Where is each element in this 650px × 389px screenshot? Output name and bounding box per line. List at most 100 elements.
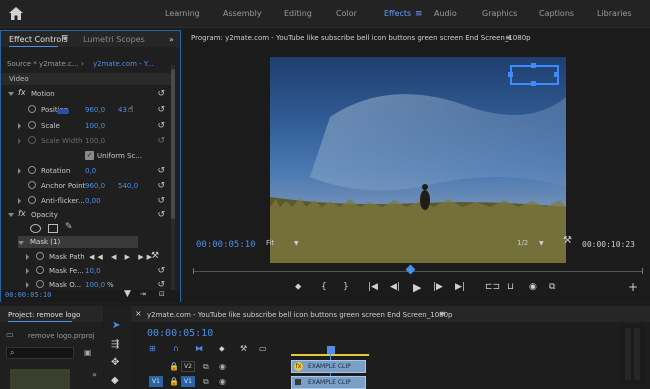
anchor-y-value[interactable]: 540,0 — [118, 182, 138, 190]
pen-mask-icon[interactable]: ✎ — [65, 222, 73, 232]
reset-icon[interactable]: ↺ — [157, 266, 165, 276]
ripple-edit-tool-icon[interactable]: ✥ — [111, 357, 119, 368]
wrench-icon[interactable]: ⚒ — [151, 251, 159, 261]
new-bin-icon[interactable]: ▣ — [84, 348, 92, 357]
camera-icon[interactable]: ◉ — [529, 282, 537, 292]
stopwatch-icon[interactable] — [36, 252, 44, 260]
rectangle-mask-icon[interactable] — [48, 224, 58, 233]
add-marker-icon[interactable]: ⬥ — [219, 344, 225, 354]
mask-track-controls[interactable]: ◀◀ ◀ ▶ ▶▶ — [89, 253, 155, 261]
mark-out-icon[interactable]: } — [343, 282, 349, 292]
track-target-v2[interactable]: V2 — [181, 361, 195, 372]
extract-icon[interactable]: ⊔ — [507, 282, 514, 292]
workspace-tab-graphics[interactable]: Graphics — [482, 9, 517, 18]
mask-row[interactable]: Mask (1) — [18, 236, 138, 248]
mask-vertex-handle[interactable] — [531, 81, 536, 86]
stopwatch-icon[interactable] — [28, 105, 36, 113]
workspace-tab-effects[interactable]: Effects — [384, 9, 411, 18]
mask-vertex-handle[interactable] — [554, 72, 559, 77]
timeline-timecode[interactable]: 00:00:05:10 — [147, 328, 213, 339]
position-x-value[interactable]: 960,0 — [85, 106, 105, 114]
eye-icon[interactable]: ◉ — [219, 377, 226, 386]
selection-tool-icon[interactable]: ➤ — [112, 320, 120, 331]
source-patch-v1[interactable]: V1 — [149, 376, 163, 387]
collapse-icon[interactable] — [8, 213, 14, 217]
tab-effect-controls[interactable]: Effect Controls — [9, 35, 68, 44]
reset-icon[interactable]: ↺ — [157, 196, 165, 206]
expand-icon[interactable] — [26, 268, 29, 274]
scrollbar-thumb[interactable] — [171, 69, 175, 219]
project-title[interactable]: Project: remove logo — [8, 311, 80, 319]
reset-icon[interactable]: ↺ — [157, 121, 165, 131]
effect-controls-timecode[interactable]: 00:00:05:10 — [5, 291, 51, 299]
stopwatch-icon[interactable] — [28, 166, 36, 174]
workspace-tab-color[interactable]: Color — [336, 9, 357, 18]
video-frame[interactable] — [270, 57, 566, 263]
collapse-icon[interactable] — [8, 92, 14, 96]
anchor-x-value[interactable]: 960,0 — [85, 182, 105, 190]
insert-nest-icon[interactable]: ⊞ — [149, 344, 156, 353]
timeline-ruler[interactable] — [291, 342, 646, 389]
reset-icon[interactable]: ↺ — [157, 105, 165, 115]
track-select-tool-icon[interactable]: ⇶ — [111, 339, 119, 350]
close-icon[interactable]: × — [135, 309, 142, 318]
snap-icon[interactable]: ∩ — [173, 344, 179, 353]
add-button-icon[interactable]: + — [628, 280, 638, 294]
eye-icon[interactable]: ◉ — [219, 362, 226, 371]
filter-icon[interactable]: ▼ — [124, 289, 131, 299]
workspace-tab-audio[interactable]: Audio — [434, 9, 457, 18]
go-to-in-icon[interactable]: |◀ — [368, 282, 378, 292]
step-back-icon[interactable]: ◀| — [390, 282, 400, 292]
panel-expand-icon[interactable]: » — [169, 35, 174, 44]
timeline-menu-icon[interactable]: ≡ — [439, 309, 446, 318]
expand-icon[interactable] — [26, 254, 29, 260]
settings-icon[interactable]: ⊡ — [159, 290, 165, 298]
expand-icon[interactable] — [18, 168, 21, 174]
timeline-clip-v1[interactable]: EXAMPLE CLIP — [291, 376, 366, 389]
expand-icon[interactable] — [26, 282, 29, 288]
lift-icon[interactable]: ⊏⊐ — [485, 282, 500, 292]
timeline-clip-v2[interactable]: fx EXAMPLE CLIP — [291, 360, 366, 373]
fit-dropdown[interactable]: Fit ▼ — [266, 238, 306, 249]
workspace-tab-assembly[interactable]: Assembly — [223, 9, 262, 18]
rotation-value[interactable]: 0,0 — [85, 167, 96, 175]
ellipse-mask-icon[interactable] — [30, 224, 41, 233]
tab-lumetri-scopes[interactable]: Lumetri Scopes — [83, 35, 145, 44]
stopwatch-icon[interactable] — [28, 196, 36, 204]
mark-in-icon[interactable]: { — [321, 282, 327, 292]
track-target-v1[interactable]: V1 — [181, 376, 195, 387]
workspace-tab-captions[interactable]: Captions — [539, 9, 574, 18]
timeline-title[interactable]: y2mate.com - YouTube like subscribe bell… — [147, 311, 453, 319]
reset-icon[interactable]: ↺ — [157, 89, 165, 99]
resolution-dropdown[interactable]: 1/2 ▼ — [517, 238, 553, 249]
program-scrubber[interactable] — [193, 264, 643, 276]
mask-vertex-handle[interactable] — [531, 63, 536, 68]
razor-tool-icon[interactable]: ◆ — [111, 375, 119, 386]
stopwatch-icon[interactable] — [36, 266, 44, 274]
expand-icon[interactable] — [18, 138, 21, 144]
workspace-tab-libraries[interactable]: Libraries — [597, 9, 632, 18]
linked-selection-icon[interactable]: ⧓ — [195, 344, 203, 353]
reset-icon[interactable]: ↺ — [157, 166, 165, 176]
home-icon[interactable] — [9, 7, 23, 20]
go-to-out-icon[interactable]: ▶| — [455, 282, 465, 292]
export-icon[interactable]: ⇥ — [140, 290, 146, 298]
compare-icon[interactable]: ⧉ — [549, 282, 555, 292]
workspace-menu-icon[interactable]: ≡ — [415, 9, 423, 19]
stopwatch-icon[interactable] — [28, 121, 36, 129]
expand-icon[interactable] — [18, 198, 21, 204]
motion-row[interactable]: fx Motion ↺ — [1, 87, 171, 101]
opacity-row[interactable]: fx Opacity ↺ — [1, 208, 171, 222]
sync-lock-icon[interactable]: ⧉ — [203, 362, 209, 372]
mask-selection-box[interactable] — [508, 63, 559, 86]
step-forward-icon[interactable]: |▶ — [433, 282, 443, 292]
reset-icon[interactable]: ↺ — [157, 210, 165, 220]
stopwatch-icon[interactable] — [28, 181, 36, 189]
uniform-scale-checkbox[interactable]: ✓ — [85, 151, 94, 160]
lock-icon[interactable]: 🔒 — [169, 362, 179, 371]
wrench-icon[interactable]: ⚒ — [563, 235, 572, 246]
captions-icon[interactable]: ▭ — [259, 344, 267, 353]
position-y-value[interactable]: 43 — [118, 106, 127, 114]
wrench-icon[interactable]: ⚒ — [240, 344, 247, 353]
anti-flicker-value[interactable]: 0,00 — [85, 197, 101, 205]
